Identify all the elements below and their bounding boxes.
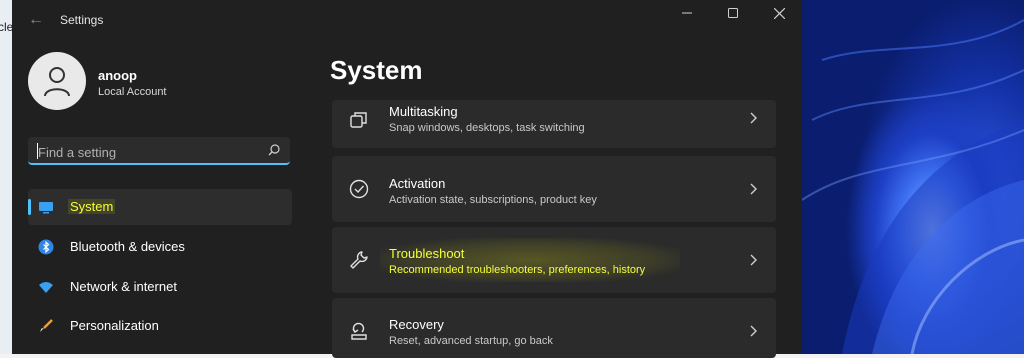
sidebar-item-label: Personalization [70, 318, 159, 333]
card-title: Activation [389, 176, 446, 191]
account-type: Local Account [98, 86, 167, 98]
sidebar-item-network[interactable]: Network & internet [28, 269, 292, 305]
maximize-icon[interactable] [710, 2, 756, 24]
card-subtitle: Reset, advanced startup, go back [389, 335, 553, 347]
brush-icon [40, 319, 53, 332]
card-title: Recovery [389, 317, 444, 332]
sidebar-item-label: Bluetooth & devices [70, 239, 185, 254]
sidebar-item-label: System [68, 199, 116, 214]
search-box[interactable] [28, 137, 290, 165]
user-icon [44, 67, 70, 97]
app-title: Settings [60, 13, 104, 27]
desktop-wallpaper [802, 0, 1024, 354]
setting-card-recovery[interactable]: Recovery Reset, advanced startup, go bac… [332, 298, 776, 358]
card-title: Multitasking [389, 104, 458, 119]
avatar[interactable] [28, 52, 86, 110]
bluetooth-icon [38, 239, 54, 255]
sidebar-item-system[interactable]: System [28, 189, 292, 225]
chevron-right-icon [750, 112, 757, 124]
card-subtitle: Recommended troubleshooters, preferences… [389, 264, 646, 276]
desktop-edge: cle [0, 0, 13, 354]
monitor-icon [39, 202, 53, 214]
search-input[interactable] [36, 141, 260, 163]
setting-card-multitasking[interactable]: Multitasking Snap windows, desktops, tas… [332, 100, 776, 148]
setting-card-activation[interactable]: Activation Activation state, subscriptio… [332, 156, 776, 222]
close-icon[interactable] [756, 2, 802, 24]
selection-indicator [28, 199, 31, 215]
title-bar: ← Settings [12, 0, 802, 40]
search-icon[interactable] [268, 144, 280, 156]
sidebar-item-label: Network & internet [70, 279, 177, 294]
card-subtitle: Snap windows, desktops, task switching [389, 122, 585, 134]
recovery-icon [351, 322, 367, 340]
setting-card-troubleshoot[interactable]: Troubleshoot Recommended troubleshooters… [332, 227, 776, 293]
sidebar-item-bluetooth[interactable]: Bluetooth & devices [28, 229, 292, 265]
chevron-right-icon [750, 325, 757, 337]
sidebar-item-personalization[interactable]: Personalization [28, 308, 292, 344]
chevron-right-icon [750, 183, 757, 195]
account-name: anoop [98, 68, 137, 83]
chevron-right-icon [750, 254, 757, 266]
multitasking-icon [350, 112, 367, 128]
card-title: Troubleshoot [389, 246, 465, 261]
minimize-icon[interactable] [664, 2, 710, 24]
wifi-icon [39, 282, 53, 293]
check-circle-icon [349, 179, 369, 199]
card-subtitle: Activation state, subscriptions, product… [389, 194, 597, 206]
page-title: System [330, 55, 423, 85]
text-caret [37, 143, 38, 159]
settings-window: ← Settings anoop Local Account Find a se… [12, 0, 802, 358]
back-arrow-icon[interactable]: ← [26, 10, 46, 30]
wrench-icon [350, 251, 368, 269]
